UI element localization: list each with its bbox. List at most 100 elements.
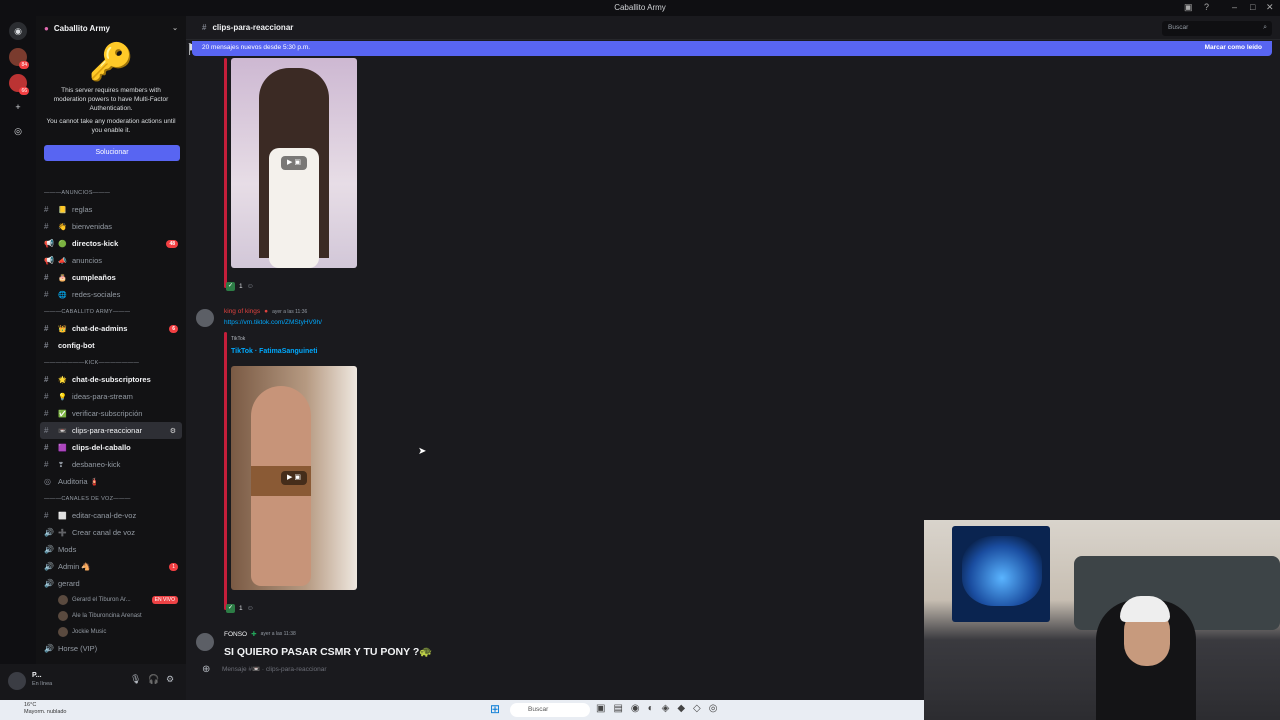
add-reaction-icon[interactable]: ☺ — [247, 605, 254, 612]
settings-icon[interactable]: ⚙ — [170, 427, 176, 435]
message-text: SI QUIERO PASAR CSMR Y TU PONY ?🐢 — [224, 646, 433, 658]
key-icon: 🔑 — [88, 41, 134, 82]
channel-cumplea-os[interactable]: # 🎂 cumpleaños — [36, 269, 186, 286]
reaction-count: 1 — [239, 282, 243, 290]
channel-reglas[interactable]: # 📒 reglas — [36, 201, 186, 218]
reaction[interactable]: ✓ 1 ☺ — [226, 280, 254, 292]
settings-icon[interactable]: ⚙ — [166, 674, 174, 685]
channel-crear-canal-de-voz[interactable]: 🔊 ➕ Crear canal de voz — [36, 524, 186, 541]
author-name[interactable]: king of kings — [224, 308, 260, 315]
help-icon[interactable]: ? — [1204, 2, 1209, 12]
close-icon[interactable]: ✕ — [1266, 2, 1274, 13]
fix-button[interactable]: Solucionar — [44, 145, 180, 161]
hash-icon: # — [44, 392, 49, 401]
voice-user-name: Jockie Music — [72, 629, 107, 635]
channel-label: reglas — [72, 205, 93, 214]
reaction[interactable]: ✓ 1 ☺ — [226, 602, 254, 614]
hash-icon: # — [44, 460, 49, 469]
new-messages-bar[interactable]: 20 mensajes nuevos desde 5:30 p.m. Marca… — [192, 41, 1272, 56]
server-rail: ◉ 84 66 + ◎ — [0, 16, 36, 700]
channel-bienvenidas[interactable]: # 👋 bienvenidas — [36, 218, 186, 235]
channel-admin-[interactable]: 🔊 Admin 🐴 1 — [36, 558, 186, 575]
microphone-icon[interactable]: 🎙 — [130, 674, 141, 685]
mark-as-read-button[interactable]: Marcar como leído — [1205, 44, 1262, 51]
channel-type-icon: 🔊 — [44, 562, 54, 571]
message-link[interactable]: https://vm.tiktok.com/ZMStyHV9h/ — [224, 319, 322, 326]
author-name[interactable]: FONSO — [224, 631, 247, 638]
maximize-icon[interactable]: □ — [1250, 2, 1255, 12]
channel-label: Mods — [58, 545, 77, 554]
headphones-icon[interactable]: 🎧 — [148, 674, 159, 685]
search-input[interactable]: Buscar ⌕ — [1162, 21, 1272, 36]
voice-user[interactable]: Jockie Music — [36, 624, 186, 640]
timestamp: ayer a las 11:36 — [272, 308, 308, 315]
channel-label: bienvenidas — [72, 222, 113, 231]
discover-icon[interactable]: ◎ — [9, 122, 27, 140]
taskbar-apps-icon[interactable]: ▣▤◉◐◈◆◇◎ — [596, 703, 725, 714]
server-header[interactable]: ● Caballito Army ⌄ — [36, 16, 186, 40]
channel-mods[interactable]: 🔊 Mods — [36, 541, 186, 558]
channel-emoji: 👋 — [58, 223, 67, 231]
channel-emoji: 📣 — [58, 257, 67, 265]
voice-user[interactable]: Gerard el Tiburon Ar... EN VIVO — [36, 592, 186, 608]
channel-editar-canal-de-voz[interactable]: # ⬜ editar-canal-de-voz — [36, 507, 186, 524]
channel-label: Auditoria 🧯 — [58, 477, 100, 486]
channel-verificar-subscripci-n[interactable]: # ✅ verificar-subscripción — [36, 405, 186, 422]
embed-title[interactable]: TikTok · FatimaSanguineti — [231, 348, 317, 355]
channel-horse-vip[interactable]: 🔊 Horse (VIP) — [36, 640, 186, 657]
channel-label: verificar-subscripción — [72, 409, 143, 418]
channel-config-bot[interactable]: # config-bot — [36, 337, 186, 354]
cap — [1120, 596, 1170, 622]
plus-icon[interactable]: ⊕ — [202, 664, 210, 675]
add-server-icon[interactable]: + — [9, 98, 27, 116]
inbox-icon[interactable]: ▣ — [1184, 2, 1193, 13]
category-header[interactable]: ———ANUNCIOS——— — [36, 184, 186, 201]
title-bar: Caballito Army ▣ ? – □ ✕ — [0, 0, 1280, 16]
unread-badge: 6 — [169, 324, 178, 333]
play-icon[interactable]: ▶ ▣ — [281, 471, 307, 485]
channel-clips-del-caballo[interactable]: # 🟪 clips-del-caballo — [36, 439, 186, 456]
add-reaction-icon[interactable]: ☺ — [247, 283, 254, 290]
windows-icon[interactable]: ⊞ — [490, 703, 502, 715]
mfa-text-2: You cannot take any moderation actions u… — [46, 118, 176, 134]
channel-label: ideas-para-stream — [72, 392, 133, 401]
channel-label: editar-canal-de-voz — [72, 511, 137, 520]
channel-desbaneo-kick[interactable]: # ❣ desbaneo-kick — [36, 456, 186, 473]
channel-redes-sociales[interactable]: # 🌐 redes-sociales — [36, 286, 186, 303]
server-icon[interactable]: 84 — [9, 48, 29, 69]
channel-auditoria-[interactable]: ◎ Auditoria 🧯 — [36, 473, 186, 490]
channel-anuncios[interactable]: 📢 📣 anuncios — [36, 252, 186, 269]
video-thumbnail[interactable]: ▶ ▣ — [231, 366, 357, 590]
check-icon: ✓ — [226, 281, 235, 291]
server-icon[interactable]: 66 — [9, 74, 29, 95]
hash-icon: # — [202, 23, 207, 32]
category-header[interactable]: ———CABALLITO ARMY——— — [36, 303, 186, 320]
hash-icon: # — [44, 426, 49, 435]
channel-ideas-para-stream[interactable]: # 💡 ideas-para-stream — [36, 388, 186, 405]
minimize-icon[interactable]: – — [1232, 2, 1237, 12]
channel-gerard[interactable]: 🔊 gerard — [36, 575, 186, 592]
weather-widget[interactable]: 16°C Mayorm. nublado — [24, 702, 67, 716]
channel-chat-de-subscriptores[interactable]: # 🌟 chat-de-subscriptores — [36, 371, 186, 388]
play-icon[interactable]: ▶ ▣ — [281, 156, 307, 170]
avatar[interactable] — [196, 309, 214, 327]
channel-directos-kick[interactable]: 📢 🟢 directos-kick 48 — [36, 235, 186, 252]
channel-chat-de-admins[interactable]: # 👑 chat-de-admins 6 — [36, 320, 186, 337]
category-header[interactable]: ———CANALES DE VOZ——— — [36, 490, 186, 507]
channel-emoji: 🌐 — [58, 291, 67, 299]
taskbar-search[interactable]: Buscar — [510, 703, 590, 717]
avatar[interactable] — [196, 633, 214, 651]
window-title: Caballito Army — [614, 3, 666, 12]
hash-icon: # — [44, 205, 49, 214]
category-header[interactable]: ———————KICK——————— — [36, 354, 186, 371]
chevron-down-icon: ⌄ — [172, 25, 178, 32]
channel-clips-para-reaccionar[interactable]: # 📼 clips-para-reaccionar ⚙ — [40, 422, 182, 439]
channel-emoji: 🎂 — [58, 274, 67, 282]
message-input[interactable]: ⊕ Mensaje #📼 · clips-para-reaccionar — [194, 660, 922, 680]
voice-user[interactable]: Ale la Tiburoncina Arenast — [36, 608, 186, 624]
video-thumbnail[interactable]: ▶ ▣ — [231, 58, 357, 268]
avatar[interactable] — [8, 672, 26, 690]
home-icon[interactable]: ◉ — [9, 22, 27, 40]
channel-header: # clips-para-reaccionar — [186, 16, 1280, 40]
embed-border — [224, 332, 227, 610]
